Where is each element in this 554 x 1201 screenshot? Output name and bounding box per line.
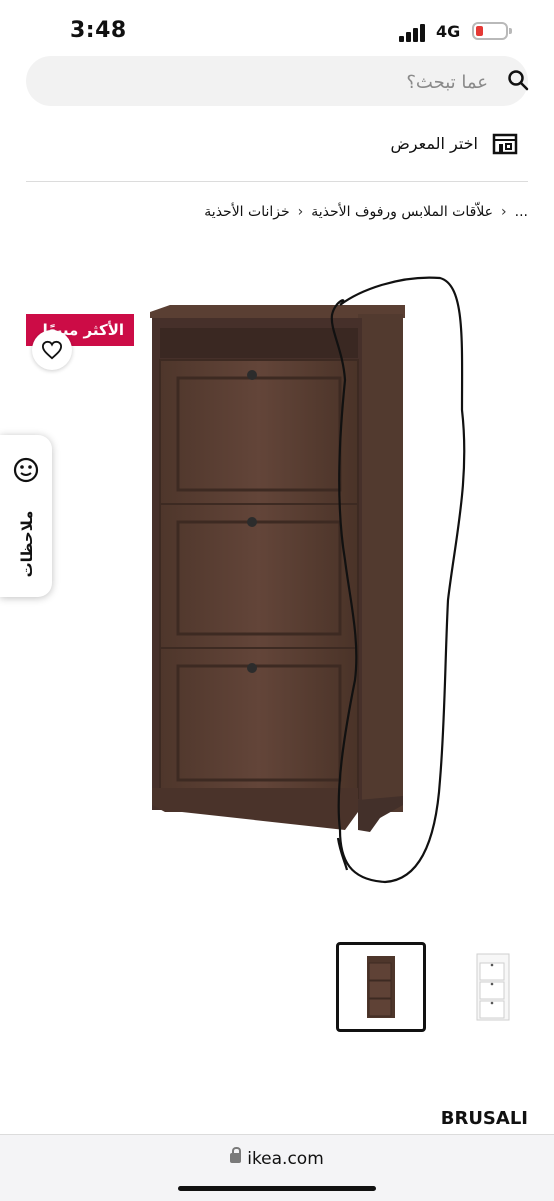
store-selector[interactable]: اختر المعرض (370, 128, 518, 160)
search-input[interactable] (86, 66, 490, 98)
chevron-left-icon: ‹ (297, 204, 304, 220)
signal-icon (399, 24, 429, 42)
thumbnail-white[interactable] (448, 942, 538, 1032)
brown-cabinet-thumbnail (367, 956, 395, 1018)
store-label: اختر المعرض (390, 134, 478, 153)
battery-icon (472, 22, 512, 40)
heart-icon (41, 340, 63, 360)
breadcrumb-ellipsis[interactable]: ... (515, 204, 528, 220)
product-name: BRUSALI (440, 1108, 528, 1129)
breadcrumb-item-hangers[interactable]: علاّقات الملابس ورفوف الأحذية (311, 204, 493, 220)
smiley-icon (13, 457, 39, 483)
feedback-label: ملاحظات (18, 510, 36, 578)
breadcrumb: خزانات الأحذية ‹ علاّقات الملابس ورفوف ا… (204, 200, 528, 224)
url-text: ikea.com (247, 1149, 324, 1169)
chevron-left-icon: ‹ (501, 204, 507, 220)
status-time: 3:48 (70, 18, 127, 43)
browser-address-bar[interactable]: ikea.com (0, 1134, 554, 1201)
favorite-button[interactable] (32, 330, 72, 370)
home-indicator (178, 1186, 376, 1191)
search-bar[interactable] (26, 56, 530, 106)
url-row[interactable]: ikea.com (0, 1147, 554, 1169)
product-image[interactable] (140, 300, 420, 845)
breadcrumb-item-shoe-cabinets[interactable]: خزانات الأحذية (204, 204, 289, 220)
divider (26, 181, 528, 182)
feedback-tab[interactable]: ملاحظات (0, 435, 52, 597)
network-label: 4G (436, 22, 461, 41)
thumbnail-brown[interactable] (336, 942, 426, 1032)
search-icon[interactable] (506, 68, 530, 92)
lock-icon (230, 1147, 242, 1163)
store-icon (492, 133, 518, 155)
white-cabinet-thumbnail (476, 953, 510, 1021)
